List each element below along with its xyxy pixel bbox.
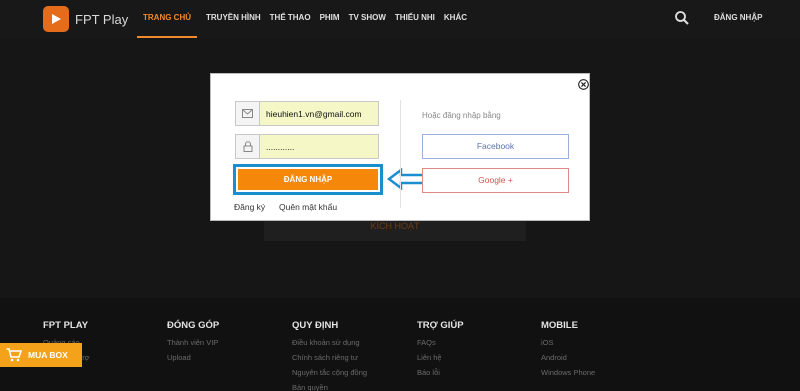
footer-link[interactable]: Android bbox=[541, 353, 595, 362]
login-modal: ĐĂNG NHẬP Đăng ký Quên mật khẩu Hoặc đăn… bbox=[210, 73, 590, 221]
footer-title: FPT PLAY bbox=[43, 320, 89, 331]
mail-icon bbox=[236, 102, 260, 125]
footer-link[interactable]: Upload bbox=[167, 353, 219, 362]
footer-title: MOBILE bbox=[541, 320, 578, 331]
register-link[interactable]: Đăng ký bbox=[234, 202, 265, 212]
google-login-button[interactable]: Google + bbox=[422, 168, 569, 193]
footer-link[interactable]: Nguyên tắc cộng đồng bbox=[292, 368, 367, 377]
social-login-label: Hoặc đăng nhập bằng bbox=[422, 111, 501, 120]
password-input[interactable] bbox=[261, 135, 378, 158]
facebook-login-button[interactable]: Facebook bbox=[422, 134, 569, 159]
buy-box-label: MUA BOX bbox=[28, 350, 68, 360]
footer-col-policy: QUY ĐỊNH Điều khoản sử dụng Chính sách r… bbox=[292, 320, 367, 391]
footer-title: ĐÓNG GÓP bbox=[167, 320, 220, 331]
cart-icon bbox=[6, 348, 22, 362]
submit-highlight: ĐĂNG NHẬP bbox=[233, 164, 383, 195]
close-icon[interactable] bbox=[578, 77, 589, 90]
nav-item-kids[interactable]: THIẾU NHI bbox=[395, 0, 435, 38]
login-submit-button[interactable]: ĐĂNG NHẬP bbox=[238, 169, 378, 190]
footer-title: QUY ĐỊNH bbox=[292, 320, 339, 331]
header-login-link[interactable]: ĐĂNG NHẬP bbox=[714, 0, 762, 36]
search-icon[interactable] bbox=[674, 10, 690, 26]
brand-logo[interactable]: FPT Play bbox=[43, 6, 128, 32]
lock-icon bbox=[236, 135, 260, 158]
nav-item-sports[interactable]: THỂ THAO bbox=[270, 0, 311, 38]
play-icon bbox=[43, 6, 69, 32]
password-field bbox=[235, 134, 379, 159]
nav-item-tv[interactable]: TRUYỀN HÌNH bbox=[206, 0, 261, 38]
brand-name: FPT Play bbox=[75, 11, 129, 27]
forgot-password-link[interactable]: Quên mật khẩu bbox=[279, 202, 337, 212]
main-nav: TRANG CHỦ TRUYỀN HÌNH THỂ THAO PHIM TV S… bbox=[137, 0, 476, 38]
footer-link[interactable]: Liên hệ bbox=[417, 353, 464, 362]
email-field bbox=[235, 101, 379, 126]
buy-box-button[interactable]: MUA BOX bbox=[0, 343, 82, 367]
footer-link[interactable]: Báo lỗi bbox=[417, 368, 464, 377]
footer-link[interactable]: Thành viên VIP bbox=[167, 338, 219, 347]
footer-col-help: TRỢ GIÚP FAQs Liên hệ Báo lỗi bbox=[417, 320, 464, 383]
footer-link[interactable]: iOS bbox=[541, 338, 595, 347]
nav-item-other[interactable]: KHÁC bbox=[444, 0, 467, 38]
email-input[interactable] bbox=[261, 102, 378, 125]
nav-item-tvshow[interactable]: TV SHOW bbox=[349, 0, 386, 38]
modal-divider bbox=[400, 100, 401, 208]
footer-link[interactable]: Điều khoản sử dụng bbox=[292, 338, 367, 347]
nav-item-home[interactable]: TRANG CHỦ bbox=[137, 0, 197, 38]
footer-title: TRỢ GIÚP bbox=[417, 320, 464, 331]
footer-link[interactable]: Bản quyền bbox=[292, 383, 367, 391]
footer-link[interactable]: FAQs bbox=[417, 338, 464, 347]
nav-item-movies[interactable]: PHIM bbox=[320, 0, 340, 38]
top-header: FPT Play TRANG CHỦ TRUYỀN HÌNH THỂ THAO … bbox=[0, 0, 800, 38]
footer-link[interactable]: Windows Phone bbox=[541, 368, 595, 377]
footer-col-contribute: ĐÓNG GÓP Thành viên VIP Upload bbox=[167, 320, 219, 368]
footer-link[interactable]: Chính sách riêng tư bbox=[292, 353, 367, 362]
footer-col-mobile: MOBILE iOS Android Windows Phone bbox=[541, 320, 595, 383]
